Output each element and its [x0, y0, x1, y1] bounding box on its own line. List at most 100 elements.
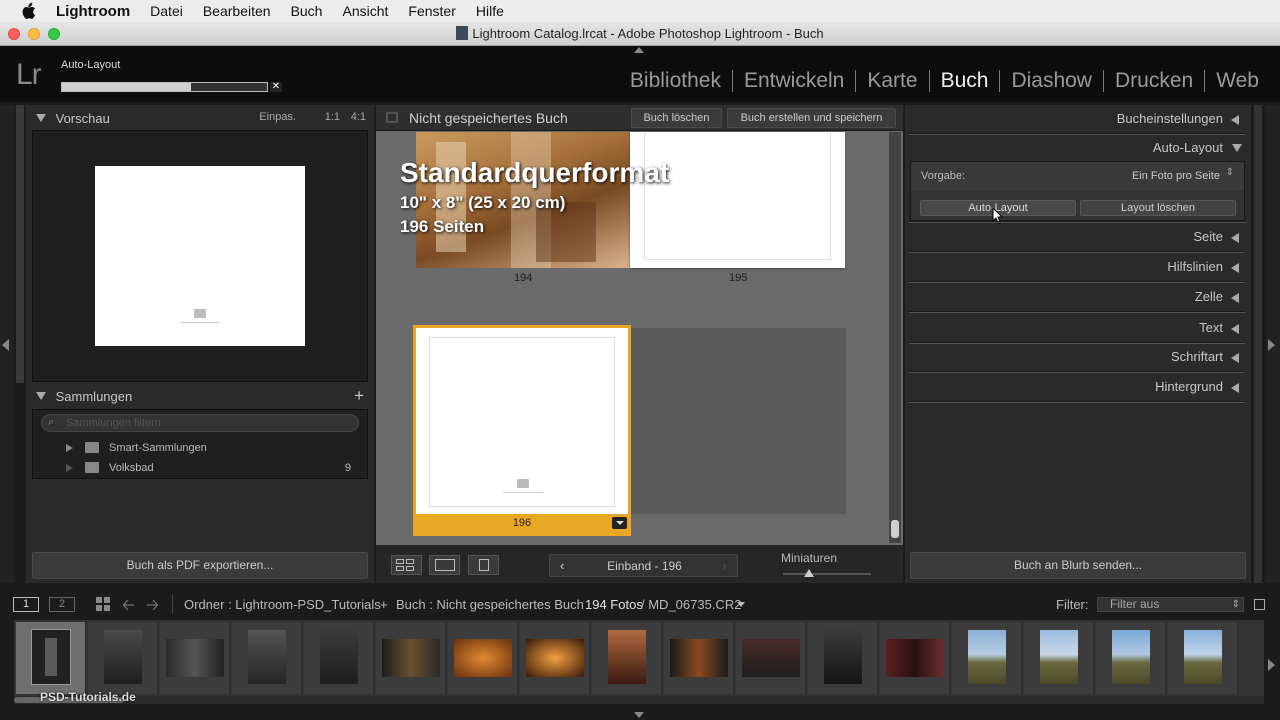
right-scrollbar[interactable]: [1254, 105, 1262, 583]
grid-view-icon[interactable]: [96, 597, 112, 611]
filmstrip-thumbnail[interactable]: [808, 622, 878, 694]
collection-count: 9: [344, 462, 351, 474]
photo-detail: [44, 638, 57, 676]
filmstrip-thumbnail[interactable]: [952, 622, 1022, 694]
cancel-activity-icon[interactable]: ✕: [270, 82, 282, 92]
page-195[interactable]: [630, 132, 845, 268]
collections-header[interactable]: Sammlungen +: [36, 386, 366, 406]
page-menu-button[interactable]: [612, 517, 627, 529]
preset-row[interactable]: Vorgabe: Ein Foto pro Seite ⇕: [911, 162, 1244, 190]
plus-icon[interactable]: +: [354, 386, 364, 406]
collapse-right-panel-icon[interactable]: [1268, 339, 1275, 351]
export-pdf-button[interactable]: Buch als PDF exportieren...: [32, 552, 368, 579]
back-arrow-icon[interactable]: 🡠: [122, 594, 135, 621]
single-page-view-button[interactable]: [468, 555, 499, 575]
zoom-4-1[interactable]: 4:1: [351, 111, 366, 123]
apple-icon[interactable]: [20, 2, 38, 20]
filmstrip-thumbnail[interactable]: [232, 622, 302, 694]
collections-search-input[interactable]: ⌕ Sammlungen filtern: [41, 414, 359, 432]
next-page-icon[interactable]: ›: [722, 558, 726, 573]
filmstrip-thumbnail[interactable]: [520, 622, 590, 694]
filmstrip-thumbnail[interactable]: [376, 622, 446, 694]
filmstrip-toolbar: 1 2 🡠 🡢 Ordner : Lightroom-PSD_Tutorials…: [0, 590, 1280, 618]
close-window-button[interactable]: [8, 28, 20, 40]
section-guides[interactable]: Hilfslinien: [905, 253, 1251, 283]
section-background[interactable]: Hintergrund: [905, 373, 1251, 403]
collapse-left-panel-icon[interactable]: [2, 339, 9, 351]
filmstrip-thumbnail[interactable]: [736, 622, 806, 694]
preview-header[interactable]: Vorschau Einpas. 1:1 4:1: [36, 111, 366, 127]
spread-view-button[interactable]: [429, 555, 460, 575]
menu-bearbeiten[interactable]: Bearbeiten: [203, 3, 271, 19]
menu-fenster[interactable]: Fenster: [408, 3, 455, 19]
filmstrip-thumbnail[interactable]: [304, 622, 374, 694]
filmstrip-thumbnail[interactable]: [1024, 622, 1094, 694]
grid-cell: [104, 597, 110, 603]
send-to-blurb-button[interactable]: Buch an Blurb senden...: [910, 552, 1246, 579]
section-page[interactable]: Seite: [905, 223, 1251, 253]
left-scrollbar[interactable]: [16, 105, 24, 383]
expand-arrow-icon[interactable]: [66, 444, 73, 452]
create-save-book-button[interactable]: Buch erstellen und speichern: [727, 108, 896, 128]
source-breadcrumb[interactable]: Ordner : Lightroom-PSD_Tutorials: [184, 597, 381, 612]
module-drucken[interactable]: Drucken: [1104, 69, 1204, 93]
section-text[interactable]: Text: [905, 314, 1251, 344]
filmstrip-thumbnail[interactable]: [1096, 622, 1166, 694]
module-entwickeln[interactable]: Entwickeln: [733, 69, 855, 93]
section-cell[interactable]: Zelle: [905, 283, 1251, 313]
filmstrip-scrollbar[interactable]: [14, 696, 1264, 704]
second-screen-button[interactable]: 2: [49, 597, 75, 612]
lightroom-logo: Lr: [16, 58, 42, 91]
filmstrip-scroll-right-icon[interactable]: [1268, 659, 1275, 671]
current-filename[interactable]: / MD_06735.CR2: [641, 597, 741, 612]
menu-app-name[interactable]: Lightroom: [56, 3, 130, 20]
section-book-settings[interactable]: Bucheinstellungen: [905, 105, 1251, 135]
filmstrip-thumbnail[interactable]: [160, 622, 230, 694]
menu-datei[interactable]: Datei: [150, 3, 183, 19]
filmstrip-thumbnail[interactable]: [88, 622, 158, 694]
collection-row[interactable]: Smart-Sammlungen: [33, 438, 367, 458]
section-label: Hilfslinien: [1167, 259, 1223, 274]
multi-page-view-button[interactable]: [391, 555, 422, 575]
zoom-window-button[interactable]: [48, 28, 60, 40]
filmstrip-thumbnail[interactable]: [448, 622, 518, 694]
module-diashow[interactable]: Diashow: [1000, 69, 1103, 93]
chevron-down-icon[interactable]: [737, 602, 745, 607]
clear-layout-button[interactable]: Layout löschen: [1080, 200, 1236, 216]
menu-hilfe[interactable]: Hilfe: [476, 3, 504, 19]
collection-row[interactable]: Volksbad 9: [33, 458, 367, 478]
add-source-icon[interactable]: +: [380, 597, 388, 612]
module-web[interactable]: Web: [1205, 69, 1270, 93]
menu-ansicht[interactable]: Ansicht: [342, 3, 388, 19]
module-karte[interactable]: Karte: [856, 69, 928, 93]
filter-lock-icon[interactable]: [1254, 599, 1265, 610]
page-196-selected[interactable]: 196: [413, 325, 631, 536]
filter-select[interactable]: Filter aus ⇕: [1097, 597, 1244, 612]
collapse-bottom-panel-icon[interactable]: [634, 712, 644, 718]
main-screen-button[interactable]: 1: [13, 597, 39, 612]
forward-arrow-icon[interactable]: 🡢: [146, 594, 159, 621]
section-font[interactable]: Schriftart: [905, 343, 1251, 373]
thumbnail-image: [103, 630, 142, 684]
scrollbar-thumb[interactable]: [891, 520, 899, 538]
delete-book-button[interactable]: Buch löschen: [631, 108, 722, 128]
minimize-window-button[interactable]: [28, 28, 40, 40]
collapse-top-panel-icon[interactable]: [634, 47, 644, 53]
filmstrip-thumbnail[interactable]: [880, 622, 950, 694]
module-buch[interactable]: Buch: [930, 69, 1000, 93]
zoom-fit[interactable]: Einpas.: [259, 111, 296, 123]
preset-select[interactable]: Ein Foto pro Seite: [1132, 170, 1220, 182]
section-auto-layout-header[interactable]: Auto-Layout: [905, 139, 1251, 157]
book-breadcrumb[interactable]: Buch : Nicht gespeichertes Buch: [396, 597, 584, 612]
collections-search-placeholder: Sammlungen filtern: [66, 417, 161, 429]
menu-buch[interactable]: Buch: [291, 3, 323, 19]
thumbnail-size-slider[interactable]: [783, 569, 871, 577]
filmstrip-thumbnail-selected[interactable]: [16, 622, 86, 694]
zoom-1-1[interactable]: 1:1: [325, 111, 340, 123]
module-bibliothek[interactable]: Bibliothek: [619, 69, 732, 93]
filmstrip-thumbnail[interactable]: [592, 622, 662, 694]
canvas-scrollbar[interactable]: [889, 132, 901, 543]
slider-knob[interactable]: [804, 569, 815, 577]
filmstrip-thumbnail[interactable]: [664, 622, 734, 694]
filmstrip-thumbnail[interactable]: [1168, 622, 1238, 694]
